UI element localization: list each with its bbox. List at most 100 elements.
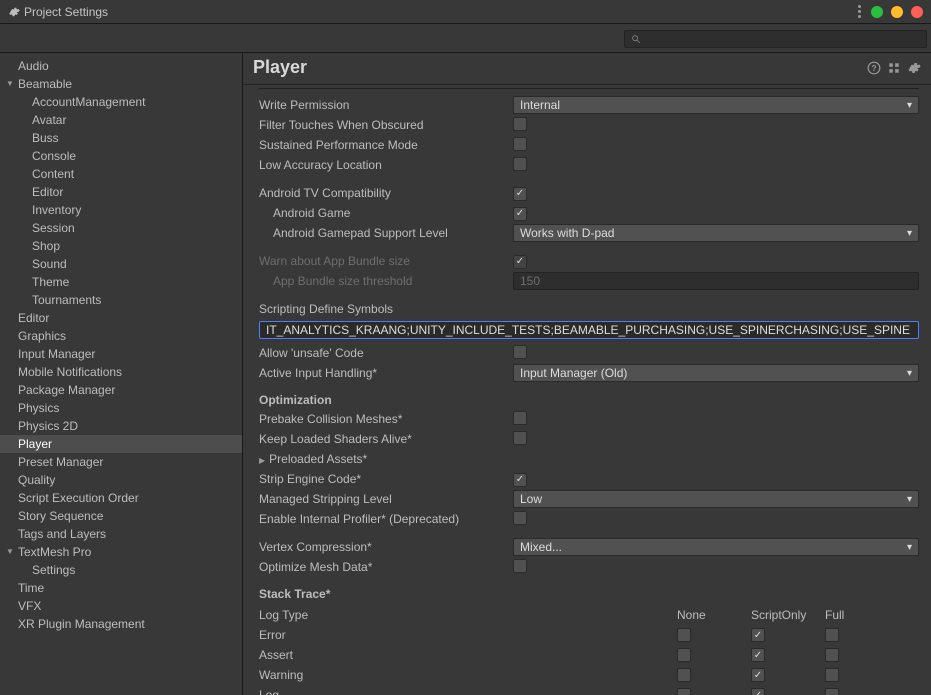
sidebar-item-mobile-notifications[interactable]: Mobile Notifications: [0, 363, 242, 381]
settings-gear-icon[interactable]: [907, 61, 921, 75]
stack-row-label: Error: [259, 628, 677, 642]
gamepad-support-label: Android Gamepad Support Level: [259, 226, 513, 240]
sidebar-item-script-execution-order[interactable]: Script Execution Order: [0, 489, 242, 507]
write-permission-dropdown[interactable]: Internal: [513, 96, 919, 114]
preloaded-assets-row[interactable]: ▶Preloaded Assets*: [259, 449, 919, 469]
player-settings-panel: Write Permission Internal Filter Touches…: [243, 89, 931, 695]
stack-assert-none-checkbox[interactable]: [677, 648, 691, 662]
stack-log-none-checkbox[interactable]: [677, 688, 691, 695]
sidebar-item-xr-plugin-management[interactable]: XR Plugin Management: [0, 615, 242, 633]
sidebar-item-story-sequence[interactable]: Story Sequence: [0, 507, 242, 525]
internal-profiler-label: Enable Internal Profiler* (Deprecated): [259, 512, 513, 526]
keep-shaders-label: Keep Loaded Shaders Alive*: [259, 432, 513, 446]
managed-strip-label: Managed Stripping Level: [259, 492, 513, 506]
stack-warning-full-checkbox[interactable]: [825, 668, 839, 682]
sidebar-item-beamable[interactable]: Beamable: [0, 75, 242, 93]
vertex-compression-dropdown[interactable]: Mixed...: [513, 538, 919, 556]
android-game-checkbox[interactable]: [513, 207, 527, 221]
stack-error-none-checkbox[interactable]: [677, 628, 691, 642]
sidebar-item-tournaments[interactable]: Tournaments: [0, 291, 242, 309]
stack-scriptonly-header: ScriptOnly: [751, 608, 825, 622]
stack-row-assert: Assert: [259, 645, 919, 665]
sidebar-item-console[interactable]: Console: [0, 147, 242, 165]
sustained-perf-checkbox[interactable]: [513, 137, 527, 151]
active-input-dropdown[interactable]: Input Manager (Old): [513, 364, 919, 382]
stack-row-log: Log: [259, 685, 919, 695]
sidebar-item-input-manager[interactable]: Input Manager: [0, 345, 242, 363]
minimize-dot[interactable]: [871, 6, 883, 18]
filter-touches-checkbox[interactable]: [513, 117, 527, 131]
stack-assert-scriptonly-checkbox[interactable]: [751, 648, 765, 662]
sidebar-item-shop[interactable]: Shop: [0, 237, 242, 255]
sidebar-item-accountmanagement[interactable]: AccountManagement: [0, 93, 242, 111]
gear-icon: [8, 6, 20, 18]
sidebar-item-editor[interactable]: Editor: [0, 183, 242, 201]
svg-text:?: ?: [872, 63, 877, 72]
preset-icon[interactable]: [887, 61, 901, 75]
maximize-dot[interactable]: [891, 6, 903, 18]
android-tv-label: Android TV Compatibility: [259, 186, 513, 200]
sidebar-item-package-manager[interactable]: Package Manager: [0, 381, 242, 399]
stack-row-label: Log: [259, 688, 677, 695]
sidebar-item-audio[interactable]: Audio: [0, 57, 242, 75]
stacktrace-header: Stack Trace*: [259, 587, 919, 601]
allow-unsafe-checkbox[interactable]: [513, 345, 527, 359]
stack-assert-full-checkbox[interactable]: [825, 648, 839, 662]
page-title: Player: [253, 57, 861, 78]
internal-profiler-checkbox[interactable]: [513, 511, 527, 525]
stack-warning-scriptonly-checkbox[interactable]: [751, 668, 765, 682]
stack-warning-none-checkbox[interactable]: [677, 668, 691, 682]
optimize-mesh-checkbox[interactable]: [513, 559, 527, 573]
optimize-mesh-label: Optimize Mesh Data*: [259, 560, 513, 574]
sidebar-item-buss[interactable]: Buss: [0, 129, 242, 147]
more-icon[interactable]: [858, 5, 861, 18]
foldout-triangle-icon: ▶: [259, 456, 265, 465]
gamepad-support-dropdown[interactable]: Works with D-pad: [513, 224, 919, 242]
sidebar-item-theme[interactable]: Theme: [0, 273, 242, 291]
sidebar-item-textmesh-pro[interactable]: TextMesh Pro: [0, 543, 242, 561]
sidebar-item-physics-2d[interactable]: Physics 2D: [0, 417, 242, 435]
prebake-checkbox[interactable]: [513, 411, 527, 425]
help-icon[interactable]: ?: [867, 61, 881, 75]
android-tv-checkbox[interactable]: [513, 187, 527, 201]
vertex-compression-label: Vertex Compression*: [259, 540, 513, 554]
stack-logtype-header: Log Type: [259, 608, 677, 622]
toolbar: [0, 24, 931, 53]
stack-error-scriptonly-checkbox[interactable]: [751, 628, 765, 642]
stack-row-warning: Warning: [259, 665, 919, 685]
stack-log-scriptonly-checkbox[interactable]: [751, 688, 765, 695]
sidebar-item-settings[interactable]: Settings: [0, 561, 242, 579]
stack-row-label: Warning: [259, 668, 677, 682]
sidebar-item-quality[interactable]: Quality: [0, 471, 242, 489]
sidebar-item-graphics[interactable]: Graphics: [0, 327, 242, 345]
optimization-header: Optimization: [259, 393, 919, 407]
sidebar-item-editor[interactable]: Editor: [0, 309, 242, 327]
search-input[interactable]: [624, 30, 927, 48]
search-icon: [631, 34, 641, 44]
sidebar-item-avatar[interactable]: Avatar: [0, 111, 242, 129]
sidebar-item-physics[interactable]: Physics: [0, 399, 242, 417]
scripting-defines-label: Scripting Define Symbols: [259, 302, 393, 316]
stack-error-full-checkbox[interactable]: [825, 628, 839, 642]
prebake-label: Prebake Collision Meshes*: [259, 412, 513, 426]
low-accuracy-checkbox[interactable]: [513, 157, 527, 171]
allow-unsafe-label: Allow 'unsafe' Code: [259, 346, 513, 360]
sidebar-item-tags-and-layers[interactable]: Tags and Layers: [0, 525, 242, 543]
sidebar-item-player[interactable]: Player: [0, 435, 242, 453]
stack-log-full-checkbox[interactable]: [825, 688, 839, 695]
strip-engine-checkbox[interactable]: [513, 473, 527, 487]
stack-full-header: Full: [825, 608, 899, 622]
sidebar-item-content[interactable]: Content: [0, 165, 242, 183]
stacktrace-table: Log Type None ScriptOnly Full ErrorAsser…: [259, 605, 919, 695]
sidebar-item-vfx[interactable]: VFX: [0, 597, 242, 615]
sidebar-item-sound[interactable]: Sound: [0, 255, 242, 273]
sidebar-item-time[interactable]: Time: [0, 579, 242, 597]
sidebar-item-inventory[interactable]: Inventory: [0, 201, 242, 219]
scripting-defines-input[interactable]: IT_ANALYTICS_KRAANG;UNITY_INCLUDE_TESTS;…: [259, 321, 919, 339]
sidebar-item-session[interactable]: Session: [0, 219, 242, 237]
managed-strip-dropdown[interactable]: Low: [513, 490, 919, 508]
keep-shaders-checkbox[interactable]: [513, 431, 527, 445]
close-dot[interactable]: [911, 6, 923, 18]
filter-touches-label: Filter Touches When Obscured: [259, 118, 513, 132]
sidebar-item-preset-manager[interactable]: Preset Manager: [0, 453, 242, 471]
